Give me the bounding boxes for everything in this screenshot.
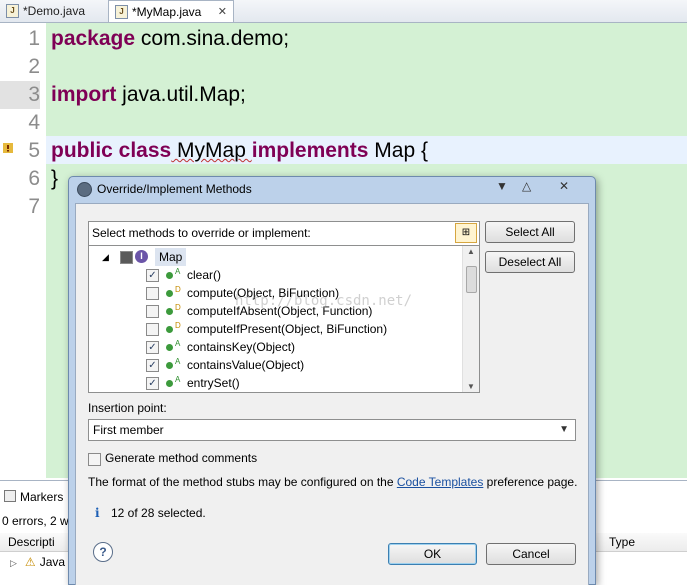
line-number: 6 <box>28 167 40 190</box>
info-icon: i <box>95 506 100 520</box>
tree-root-label: Map <box>155 248 187 266</box>
insertion-point-value: First member <box>93 423 164 437</box>
dialog-title: Override/Implement Methods <box>97 182 252 196</box>
code-line: } <box>51 167 59 190</box>
method-label: clear() <box>187 268 222 282</box>
method-label: computeIfPresent(Object, BiFunction) <box>187 322 388 336</box>
line-number: 4 <box>28 111 40 134</box>
method-checkbox[interactable]: ✓ <box>146 269 159 282</box>
sort-icon[interactable]: ⊞ <box>455 223 477 243</box>
line-number: 7 <box>28 195 40 218</box>
help-icon[interactable]: ? <box>93 542 113 562</box>
interface-icon: I <box>135 250 148 263</box>
dialog-title-bar: Override/Implement Methods ▼ △ ✕ <box>69 177 595 201</box>
default-marker: D <box>175 321 181 330</box>
tristate-checkbox[interactable] <box>120 251 133 264</box>
method-checkbox[interactable] <box>146 305 159 318</box>
dialog-body: Select methods to override or implement:… <box>75 203 589 585</box>
warning-icon: ⚠ <box>24 555 36 569</box>
close-icon[interactable]: ✕ <box>559 179 569 193</box>
abstract-marker: A <box>175 339 181 348</box>
maximize-icon[interactable]: △ <box>522 179 531 193</box>
code-line: package com.sina.demo; <box>51 27 290 50</box>
code-line: import java.util.Map; <box>51 83 246 106</box>
abstract-marker: A <box>175 267 181 276</box>
markers-summary: 0 errors, 2 w <box>2 514 69 528</box>
method-label: entrySet() <box>187 376 240 390</box>
dialog-menu-icon[interactable]: ▼ <box>496 179 508 193</box>
tree-header: Select methods to override or implement:… <box>88 221 480 246</box>
method-checkbox[interactable] <box>146 287 159 300</box>
java-file-icon: J <box>115 4 128 19</box>
collapse-arrow-icon[interactable]: ◢ <box>102 248 109 266</box>
tree-scrollbar[interactable]: ▲ ▼ <box>462 246 479 392</box>
code-line: public class MyMap implements Map { <box>51 139 428 162</box>
method-label: containsValue(Object) <box>187 358 305 372</box>
scroll-down-icon[interactable]: ▼ <box>467 382 475 391</box>
line-number: 2 <box>28 55 40 78</box>
public-method-icon <box>166 272 173 279</box>
markers-row[interactable]: ▷ ⚠ Java <box>10 555 65 569</box>
java-file-icon: J <box>6 4 19 18</box>
expand-arrow-icon[interactable]: ▷ <box>10 558 17 568</box>
method-checkbox[interactable]: ✓ <box>146 377 159 390</box>
select-methods-label: Select methods to override or implement: <box>92 226 311 240</box>
line-number: 5 <box>28 139 40 162</box>
line-number: 1 <box>28 27 40 50</box>
method-row[interactable]: ✓ A clear() <box>89 266 459 284</box>
markers-tab[interactable]: Markers <box>4 490 63 504</box>
default-marker: D <box>175 285 181 294</box>
eclipse-dialog-icon <box>77 182 92 197</box>
method-row[interactable]: ✓ A containsValue(Object) <box>89 356 459 374</box>
public-method-icon <box>166 290 173 297</box>
method-row[interactable]: ✓ A entrySet() <box>89 374 459 392</box>
line-number-gutter: 1 2 3 4 5 6 7 <box>0 23 46 478</box>
line-number: 3 <box>0 81 40 109</box>
default-marker: D <box>175 303 181 312</box>
column-type[interactable]: Type <box>609 535 635 549</box>
methods-tree[interactable]: ◢ I Map ✓ A clear() D compute(Object, Bi… <box>88 245 480 393</box>
method-checkbox[interactable] <box>146 323 159 336</box>
public-method-icon <box>166 326 173 333</box>
public-method-icon <box>166 308 173 315</box>
select-all-button[interactable]: Select All <box>485 221 575 243</box>
generate-comments-label: Generate method comments <box>105 451 258 465</box>
tab-label: *Demo.java <box>23 4 86 18</box>
override-implement-dialog: Override/Implement Methods ▼ △ ✕ Select … <box>68 176 596 585</box>
editor-tab-bar: J *Demo.java J *MyMap.java ✕ <box>0 0 687 23</box>
ok-button[interactable]: OK <box>388 543 477 565</box>
tree-root-map[interactable]: ◢ I Map <box>89 248 459 266</box>
public-method-icon <box>166 362 173 369</box>
tab-demo-java[interactable]: J *Demo.java <box>0 1 108 21</box>
cancel-button[interactable]: Cancel <box>486 543 576 565</box>
code-templates-link[interactable]: Code Templates <box>397 475 484 489</box>
format-info-text: The format of the method stubs may be co… <box>88 475 578 489</box>
method-checkbox[interactable]: ✓ <box>146 341 159 354</box>
insertion-point-label: Insertion point: <box>88 401 167 415</box>
watermark: http://blog.csdn.net/ <box>235 293 413 309</box>
selection-status: 12 of 28 selected. <box>111 506 206 520</box>
scrollbar-thumb[interactable] <box>466 266 477 293</box>
abstract-marker: A <box>175 357 181 366</box>
scroll-up-icon[interactable]: ▲ <box>467 247 475 256</box>
insertion-point-select[interactable]: First member ▼ <box>88 419 576 441</box>
method-checkbox[interactable]: ✓ <box>146 359 159 372</box>
deselect-all-button[interactable]: Deselect All <box>485 251 575 273</box>
tab-mymap-java[interactable]: J *MyMap.java ✕ <box>108 0 234 22</box>
method-row[interactable]: D computeIfPresent(Object, BiFunction) <box>89 320 459 338</box>
method-label: containsKey(Object) <box>187 340 296 354</box>
public-method-icon <box>166 344 173 351</box>
close-icon[interactable]: ✕ <box>218 5 227 18</box>
abstract-marker: A <box>175 375 181 384</box>
tab-label: *MyMap.java <box>132 4 202 19</box>
public-method-icon <box>166 380 173 387</box>
generate-comments-checkbox[interactable] <box>88 453 101 466</box>
markers-icon <box>4 490 16 502</box>
chevron-down-icon: ▼ <box>559 424 569 435</box>
method-row[interactable]: ✓ A containsKey(Object) <box>89 338 459 356</box>
column-description[interactable]: Descripti <box>8 535 55 549</box>
